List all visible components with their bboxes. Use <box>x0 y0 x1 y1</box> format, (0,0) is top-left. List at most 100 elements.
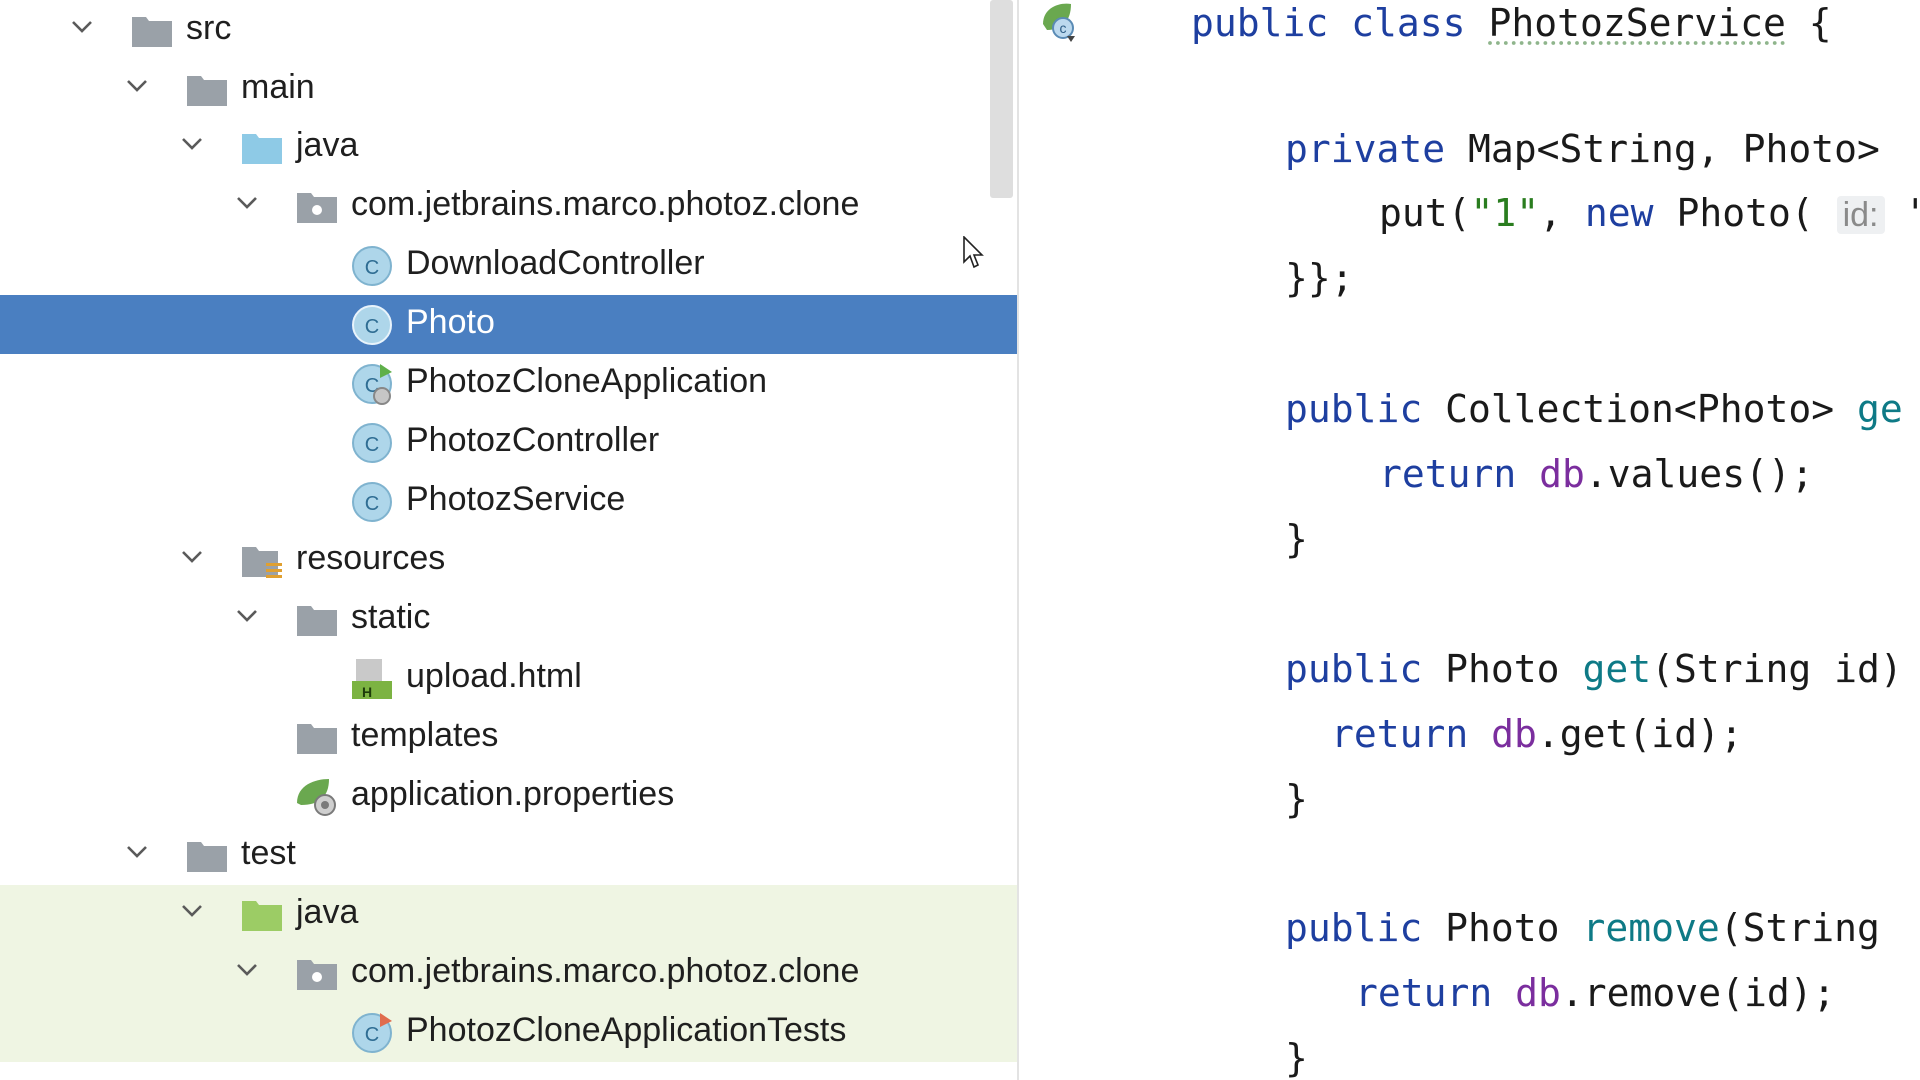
tree-item-label: PhotozCloneApplicationTests <box>406 1011 847 1049</box>
code-token: private <box>1285 127 1469 171</box>
tree-item-resources[interactable]: resources <box>0 531 1017 590</box>
folder-icon <box>130 9 174 53</box>
code-line[interactable]: } <box>1285 776 1308 822</box>
code-token: } <box>1285 777 1308 821</box>
tree-item-java[interactable]: java <box>0 885 1017 944</box>
tree-scrollbar[interactable] <box>990 0 1013 198</box>
package-icon <box>295 952 339 996</box>
code-token: return <box>1379 452 1540 496</box>
class-icon: C <box>350 421 394 465</box>
folder-icon <box>295 716 339 760</box>
code-token: } <box>1285 517 1308 561</box>
chevron-down-icon[interactable] <box>123 72 151 100</box>
tree-item-label: java <box>296 893 359 931</box>
code-token: , <box>1539 191 1585 235</box>
chevron-down-icon[interactable] <box>178 130 206 158</box>
tree-item-test[interactable]: test <box>0 826 1017 885</box>
code-token: .get(id); <box>1536 712 1743 756</box>
tree-item-label: PhotozCloneApplication <box>406 362 768 400</box>
tree-item-java[interactable]: java <box>0 118 1017 177</box>
tree-item-com-jetbrains-marco-photoz-clone[interactable]: com.jetbrains.marco.photoz.clone <box>0 177 1017 236</box>
tree-item-photozcloneapplicationtests[interactable]: C PhotozCloneApplicationTests <box>0 1003 1017 1062</box>
code-token: public <box>1285 387 1446 431</box>
code-line[interactable]: }}; <box>1285 255 1354 301</box>
tree-item-templates[interactable]: templates <box>0 708 1017 767</box>
folder-icon <box>185 68 229 112</box>
code-token: Photo <box>1445 906 1583 950</box>
code-token: PhotozService { <box>1488 1 1832 45</box>
code-line[interactable]: } <box>1285 1035 1308 1080</box>
tree-item-label: upload.html <box>406 657 582 695</box>
test-class-icon: C <box>350 1011 394 1055</box>
class-icon: C <box>350 480 394 524</box>
tree-item-label: PhotozController <box>406 421 660 459</box>
code-token: Photo <box>1445 647 1583 691</box>
code-line[interactable]: public class PhotozService { <box>1191 0 1832 46</box>
tree-item-label: com.jetbrains.marco.photoz.clone <box>351 952 860 990</box>
tree-item-label: resources <box>296 539 446 577</box>
folder-icon <box>295 598 339 642</box>
code-token: public <box>1285 906 1446 950</box>
tree-item-label: java <box>296 126 359 164</box>
tree-item-label: PhotozService <box>406 480 626 518</box>
tree-item-main[interactable]: main <box>0 60 1017 119</box>
tree-item-photozservice[interactable]: C PhotozService <box>0 472 1017 531</box>
code-token: db <box>1539 452 1585 496</box>
spring-app-class-icon: C <box>350 362 394 406</box>
svg-text:c: c <box>1060 20 1067 36</box>
code-token: (String id) <box>1651 647 1903 691</box>
tree-item-photozcontroller[interactable]: C PhotozController <box>0 413 1017 472</box>
source-root-icon <box>240 126 284 170</box>
project-tree: src main java com.jetbrains.marco.photoz.cl… <box>0 0 1017 1080</box>
code-token: "1" <box>1470 191 1540 235</box>
code-line[interactable]: return db.remove(id); <box>1355 970 1835 1016</box>
class-icon: C <box>350 303 394 347</box>
chevron-down-icon[interactable] <box>178 543 206 571</box>
chevron-down-icon[interactable] <box>68 13 96 41</box>
code-token: put( <box>1379 191 1471 235</box>
code-editor[interactable]: c public class PhotozService { private Ma… <box>1019 0 1920 1080</box>
mouse-cursor-icon <box>963 236 984 269</box>
code-token: get <box>1582 647 1652 691</box>
code-token: } <box>1285 1036 1308 1080</box>
tree-item-downloadcontroller[interactable]: C DownloadController <box>0 236 1017 295</box>
svg-text:C: C <box>365 434 379 456</box>
tree-item-application-properties[interactable]: application.properties <box>0 767 1017 826</box>
spring-bean-gutter-icon[interactable]: c <box>1037 0 1081 44</box>
code-line[interactable]: } <box>1285 516 1308 562</box>
code-token: Collection<Photo> <box>1445 387 1857 431</box>
package-icon <box>295 185 339 229</box>
class-name[interactable]: PhotozService <box>1488 1 1785 45</box>
chevron-down-icon[interactable] <box>123 838 151 866</box>
tree-item-label: test <box>241 834 296 872</box>
chevron-down-icon[interactable] <box>233 956 261 984</box>
code-token: return <box>1355 971 1516 1015</box>
html-file-icon: H <box>350 657 394 701</box>
tree-item-photozcloneapplication[interactable]: C PhotozCloneApplication <box>0 354 1017 413</box>
code-line[interactable]: return db.values(); <box>1379 451 1814 497</box>
code-line[interactable]: public Photo remove(String <box>1285 905 1880 951</box>
code-line[interactable]: private Map<String, Photo> <box>1285 126 1903 172</box>
chevron-down-icon[interactable] <box>233 602 261 630</box>
code-token: return <box>1331 712 1492 756</box>
code-token: class <box>1351 1 1489 45</box>
code-line[interactable]: put("1", new Photo( id: " <box>1379 190 1920 238</box>
code-token: Map<String, Photo> <box>1468 127 1903 171</box>
tree-item-static[interactable]: static <box>0 590 1017 649</box>
code-line[interactable]: public Collection<Photo> ge <box>1285 386 1903 432</box>
tree-item-label: Photo <box>406 303 495 341</box>
tree-item-com-jetbrains-marco-photoz-clone[interactable]: com.jetbrains.marco.photoz.clone <box>0 944 1017 1003</box>
svg-text:C: C <box>365 1024 379 1046</box>
tree-item-photo[interactable]: C Photo <box>0 295 1017 354</box>
chevron-down-icon[interactable] <box>233 189 261 217</box>
resources-root-icon <box>240 539 284 583</box>
tree-item-src[interactable]: src <box>0 1 1017 60</box>
tree-item-label: application.properties <box>351 775 675 813</box>
tree-item-upload-html[interactable]: Hupload.html <box>0 649 1017 708</box>
code-line[interactable]: public Photo get(String id) <box>1285 646 1903 692</box>
code-token: remove <box>1582 906 1720 950</box>
code-token: ge <box>1856 387 1903 431</box>
chevron-down-icon[interactable] <box>178 897 206 925</box>
folder-icon <box>185 834 229 878</box>
code-line[interactable]: return db.get(id); <box>1331 711 1743 757</box>
